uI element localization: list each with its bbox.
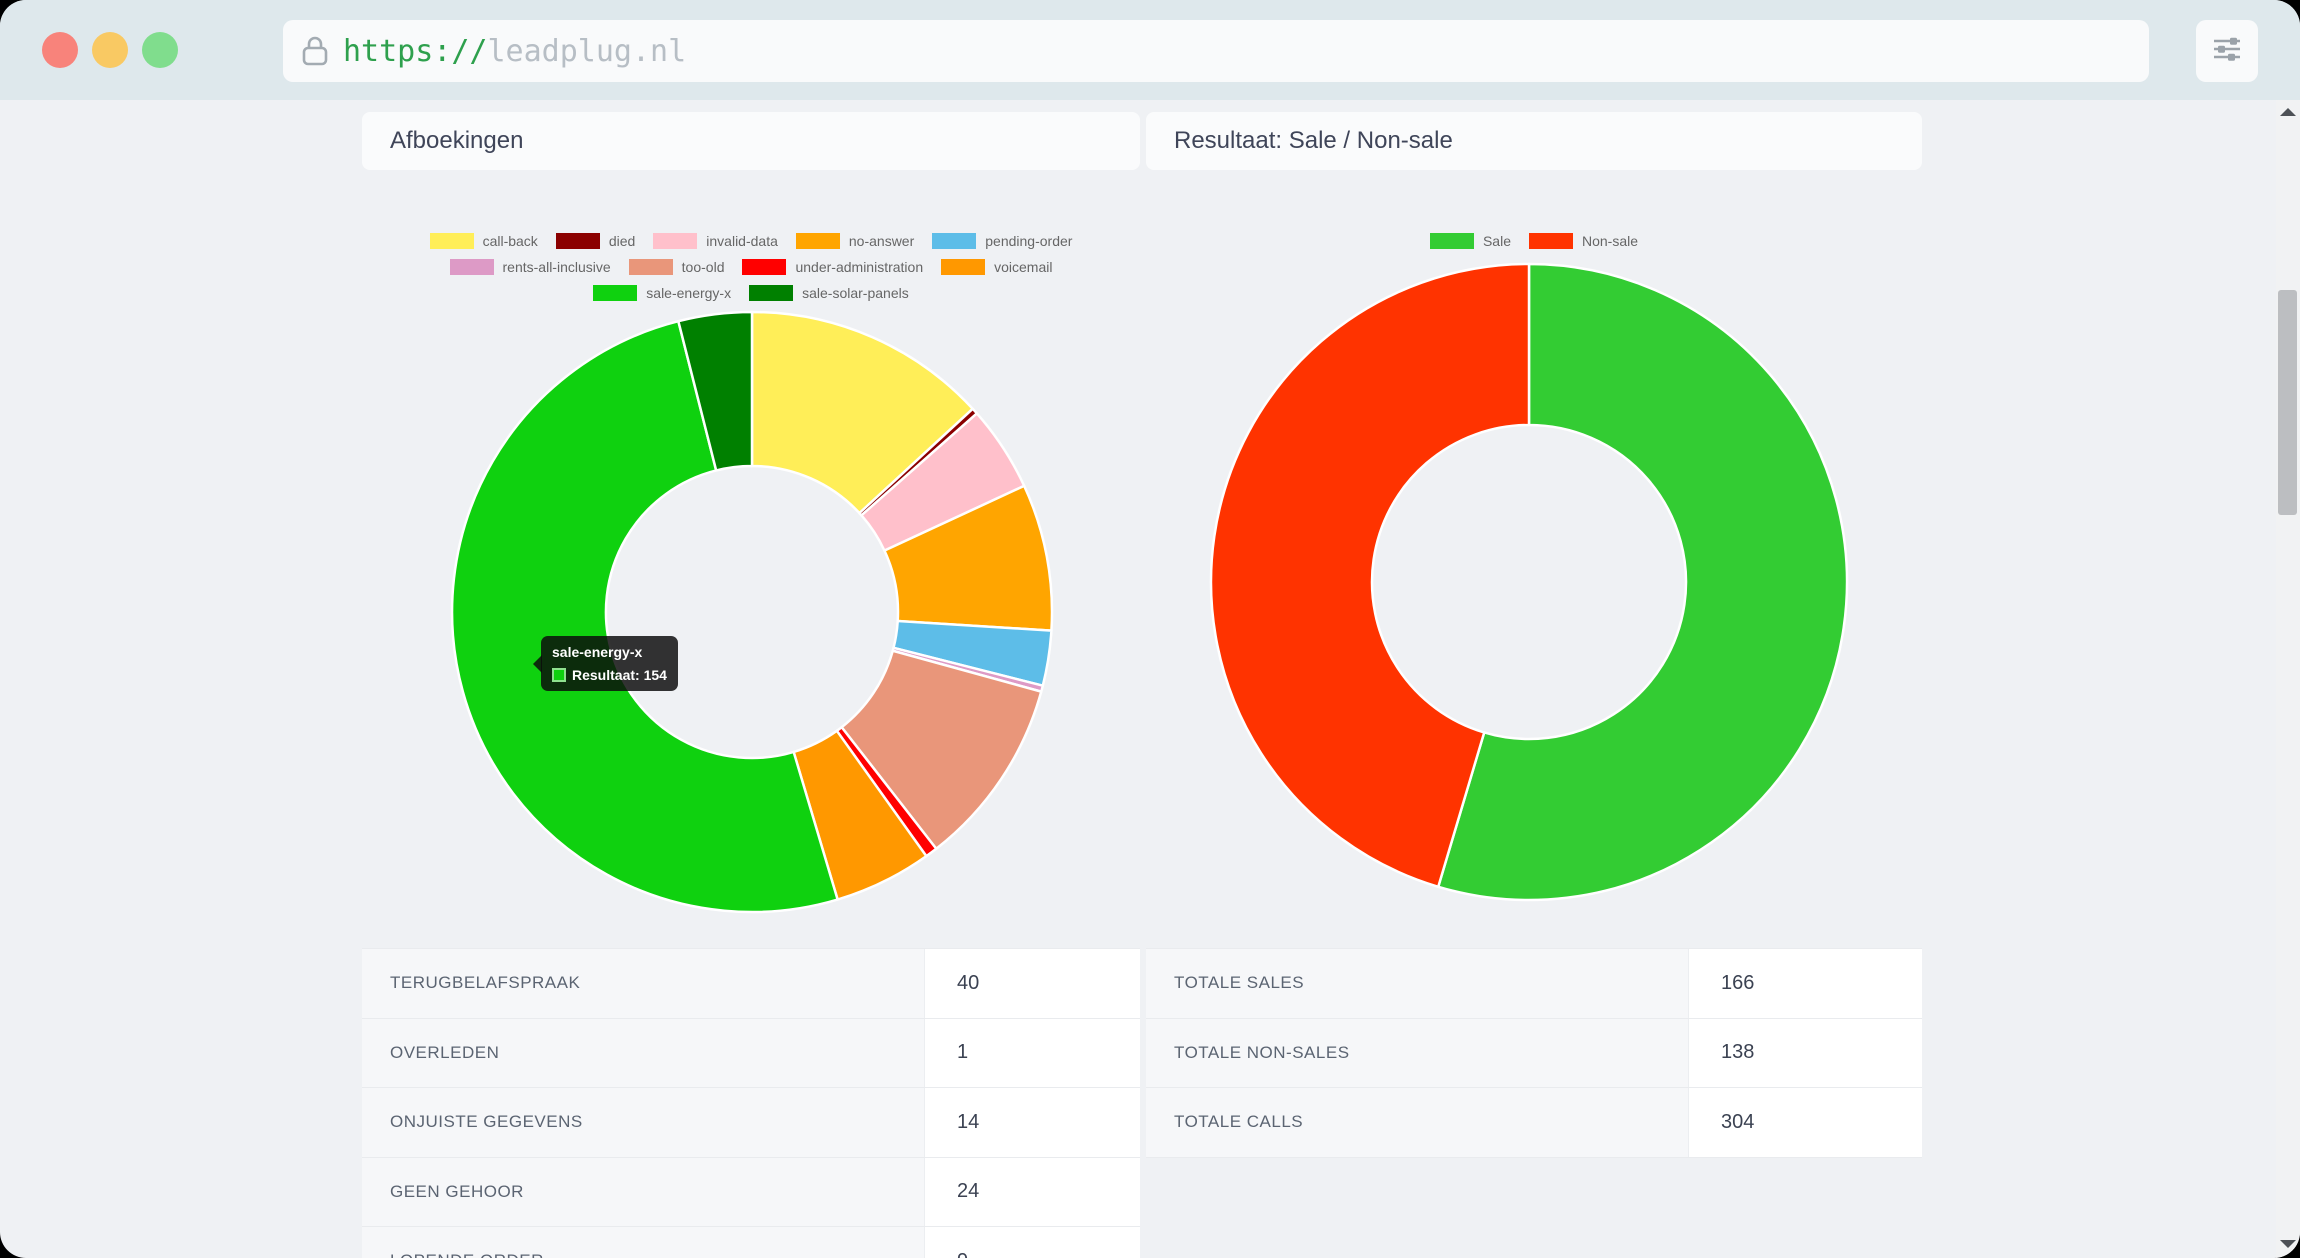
- table-row-label: GEEN GEHOOR: [362, 1158, 924, 1227]
- chart-tooltip: sale-energy-x Resultaat: 154: [541, 636, 678, 691]
- legend-swatch: [556, 233, 600, 249]
- sale-nonsale-donut-chart: [1208, 261, 1850, 903]
- legend-label: voicemail: [994, 259, 1052, 275]
- table-row: ONJUISTE GEGEVENS14: [362, 1088, 1140, 1158]
- left-chart-legend: call-back died invalid-data no-answer pendin…: [362, 228, 1140, 306]
- table-row: GEEN GEHOOR24: [362, 1158, 1140, 1228]
- table-row-label: TOTALE CALLS: [1146, 1088, 1688, 1157]
- legend-item-sale-energy-x[interactable]: sale-energy-x: [593, 285, 731, 301]
- table-row-label: LOPENDE ORDER: [362, 1227, 924, 1258]
- browser-window: https://leadplug.nl: [0, 0, 2300, 1258]
- table-row-value: 166: [1688, 949, 1922, 1018]
- legend-swatch: [932, 233, 976, 249]
- legend-label: no-answer: [849, 233, 914, 249]
- legend-item-Sale[interactable]: Sale: [1430, 233, 1511, 249]
- legend-swatch: [796, 233, 840, 249]
- table-row-value: 24: [924, 1158, 1140, 1227]
- legend-swatch: [742, 259, 786, 275]
- afboekingen-donut-chart: [449, 309, 1055, 915]
- table-row-label: TERUGBELAFSPRAAK: [362, 949, 924, 1018]
- url-host: leadplug.nl: [488, 34, 687, 69]
- traffic-light-close[interactable]: [42, 32, 78, 68]
- table-row-value: 1: [924, 1019, 1140, 1088]
- table-row: TOTALE SALES166: [1146, 949, 1922, 1019]
- legend-item-under-administration[interactable]: under-administration: [742, 259, 923, 275]
- legend-item-voicemail[interactable]: voicemail: [941, 259, 1052, 275]
- legend-swatch: [450, 259, 494, 275]
- traffic-light-maximize[interactable]: [142, 32, 178, 68]
- table-row-label: ONJUISTE GEGEVENS: [362, 1088, 924, 1157]
- lock-icon: [301, 35, 329, 67]
- tooltip-title: sale-energy-x: [552, 644, 667, 660]
- settings-button[interactable]: [2196, 20, 2258, 82]
- legend-label: invalid-data: [706, 233, 778, 249]
- table-row-label: TOTALE NON-SALES: [1146, 1019, 1688, 1088]
- browser-chrome: https://leadplug.nl: [0, 0, 2300, 100]
- table-row: TERUGBELAFSPRAAK40: [362, 949, 1140, 1019]
- legend-label: too-old: [682, 259, 725, 275]
- legend-swatch: [1529, 233, 1573, 249]
- right-panel-header: Resultaat: Sale / Non-sale: [1146, 112, 1922, 170]
- legend-item-no-answer[interactable]: no-answer: [796, 233, 914, 249]
- traffic-light-minimize[interactable]: [92, 32, 128, 68]
- legend-label: sale-energy-x: [646, 285, 731, 301]
- table-row: LOPENDE ORDER9: [362, 1227, 1140, 1258]
- sliders-icon: [2211, 33, 2243, 70]
- legend-label: Sale: [1483, 233, 1511, 249]
- legend-label: rents-all-inclusive: [503, 259, 611, 275]
- table-row-value: 304: [1688, 1088, 1922, 1157]
- legend-item-died[interactable]: died: [556, 233, 635, 249]
- table-row-label: OVERLEDEN: [362, 1019, 924, 1088]
- legend-item-too-old[interactable]: too-old: [629, 259, 725, 275]
- address-bar[interactable]: https://leadplug.nl: [283, 20, 2149, 82]
- table-row-label: TOTALE SALES: [1146, 949, 1688, 1018]
- table-row-value: 14: [924, 1088, 1140, 1157]
- table-row: TOTALE NON-SALES138: [1146, 1019, 1922, 1089]
- legend-item-invalid-data[interactable]: invalid-data: [653, 233, 778, 249]
- table-row-value: 138: [1688, 1019, 1922, 1088]
- afboekingen-table: TERUGBELAFSPRAAK40OVERLEDEN1ONJUISTE GEG…: [362, 948, 1140, 1258]
- totals-table: TOTALE SALES166TOTALE NON-SALES138TOTALE…: [1146, 948, 1922, 1158]
- legend-swatch: [593, 285, 637, 301]
- tooltip-swatch: [552, 668, 566, 682]
- legend-swatch: [430, 233, 474, 249]
- legend-swatch: [629, 259, 673, 275]
- table-row-value: 40: [924, 949, 1140, 1018]
- legend-item-call-back[interactable]: call-back: [430, 233, 538, 249]
- page-scrollbar[interactable]: [2276, 100, 2300, 1258]
- right-panel-title: Resultaat: Sale / Non-sale: [1174, 127, 1453, 155]
- legend-item-sale-solar-panels[interactable]: sale-solar-panels: [749, 285, 909, 301]
- legend-label: under-administration: [795, 259, 923, 275]
- legend-swatch: [1430, 233, 1474, 249]
- table-row: OVERLEDEN1: [362, 1019, 1140, 1089]
- tooltip-caret: [533, 655, 542, 673]
- left-panel-header: Afboekingen: [362, 112, 1140, 170]
- legend-item-pending-order[interactable]: pending-order: [932, 233, 1072, 249]
- left-panel-title: Afboekingen: [390, 127, 523, 155]
- legend-label: call-back: [483, 233, 538, 249]
- legend-item-Non-sale[interactable]: Non-sale: [1529, 233, 1638, 249]
- table-row: TOTALE CALLS304: [1146, 1088, 1922, 1158]
- scroll-down-icon[interactable]: [2280, 1240, 2296, 1248]
- scroll-up-icon[interactable]: [2280, 108, 2296, 116]
- legend-label: died: [609, 233, 635, 249]
- right-chart-legend: Sale Non-sale: [1146, 228, 1922, 254]
- legend-label: Non-sale: [1582, 233, 1638, 249]
- scrollbar-thumb[interactable]: [2278, 290, 2297, 515]
- tooltip-value: Resultaat: 154: [572, 667, 667, 683]
- legend-swatch: [653, 233, 697, 249]
- url-scheme: https://: [343, 34, 488, 69]
- table-row-value: 9: [924, 1227, 1140, 1258]
- legend-item-rents-all-inclusive[interactable]: rents-all-inclusive: [450, 259, 611, 275]
- legend-swatch: [941, 259, 985, 275]
- legend-label: sale-solar-panels: [802, 285, 909, 301]
- legend-label: pending-order: [985, 233, 1072, 249]
- legend-swatch: [749, 285, 793, 301]
